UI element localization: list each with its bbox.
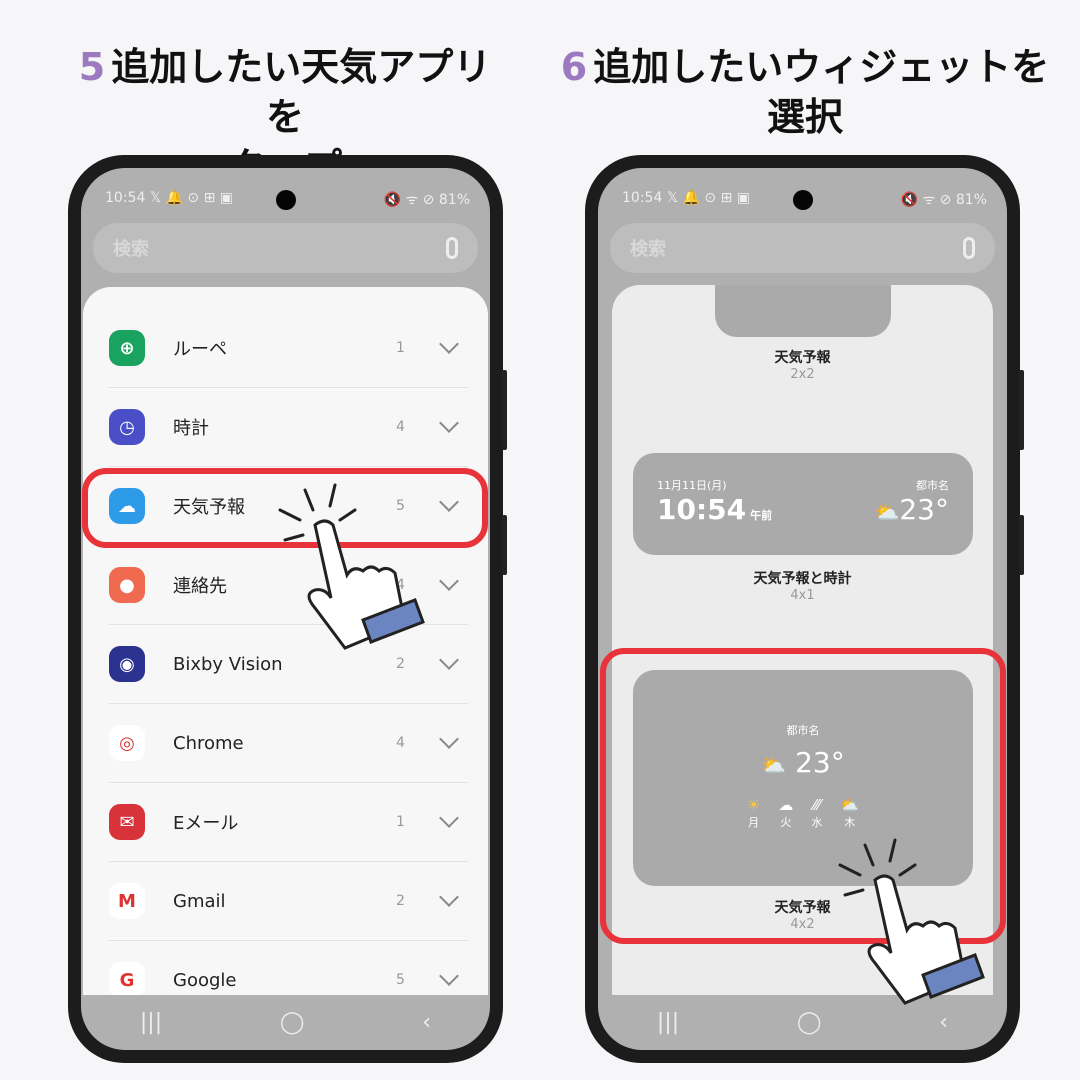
chevron-down-icon[interactable] xyxy=(439,571,459,591)
widget-size: 2x2 xyxy=(790,367,815,382)
chevron-down-icon[interactable] xyxy=(439,650,459,670)
chevron-down-icon[interactable] xyxy=(439,334,459,354)
widget-count: 2 xyxy=(396,893,405,909)
app-label: Eメール xyxy=(173,813,239,834)
mic-icon[interactable] xyxy=(446,237,458,259)
widget-name: 天気予報と時計 xyxy=(753,571,852,587)
chevron-down-icon[interactable] xyxy=(439,966,459,986)
app-label: Google xyxy=(173,969,237,991)
chevron-down-icon[interactable] xyxy=(439,729,459,749)
mic-icon[interactable] xyxy=(963,237,975,259)
search-input[interactable]: 検索 xyxy=(93,223,478,273)
mail-icon: ✉ xyxy=(109,804,145,840)
home-button[interactable]: ◯ xyxy=(797,1010,822,1035)
app-label: Chrome xyxy=(173,732,244,754)
app-label: ルーペ xyxy=(173,339,227,360)
app-row[interactable]: ⊕ ルーペ 1 xyxy=(109,309,468,388)
widget-count: 1 xyxy=(396,814,405,830)
google-icon: G xyxy=(109,962,145,995)
gmail-icon: M xyxy=(109,883,145,919)
camera xyxy=(275,190,296,210)
chrome-icon: ◎ xyxy=(109,725,145,761)
widget-2x2-preview[interactable] xyxy=(715,285,891,337)
widget-time: 10:54 午前 xyxy=(657,493,773,526)
app-row[interactable]: ◷ 時計 4 xyxy=(109,388,468,467)
widget-count: 4 xyxy=(396,735,405,751)
home-button[interactable]: ◯ xyxy=(280,1010,305,1035)
widget-size: 4x1 xyxy=(790,588,815,603)
eye-icon: ◉ xyxy=(109,646,145,682)
app-label: 時計 xyxy=(173,418,209,439)
widget-count: 1 xyxy=(396,340,405,356)
app-row[interactable]: G Google 5 xyxy=(109,941,468,995)
app-row[interactable]: ◎ Chrome 4 xyxy=(109,704,468,783)
step-6-title: 6 追加したいウィジェットを 選択 xyxy=(560,45,1050,139)
widget-date: 11月11日(月) xyxy=(657,479,727,492)
widget-name: 天気予報 xyxy=(774,350,831,366)
widget-4x1-preview[interactable]: 11月11日(月) 10:54 午前 都市名 ⛅23° xyxy=(633,453,973,555)
app-label: Bixby Vision xyxy=(173,653,283,675)
clock-icon: ◷ xyxy=(109,409,145,445)
camera xyxy=(792,190,813,210)
back-button[interactable]: ‹ xyxy=(422,1010,431,1035)
recent-apps-button[interactable]: ||| xyxy=(140,1010,162,1035)
chevron-down-icon[interactable] xyxy=(439,887,459,907)
app-row[interactable]: ✉ Eメール 1 xyxy=(109,783,468,862)
tap-hand-icon xyxy=(838,838,985,1005)
chevron-down-icon[interactable] xyxy=(439,413,459,433)
search-input[interactable]: 検索 xyxy=(610,223,995,273)
app-row[interactable]: M Gmail 2 xyxy=(109,862,468,941)
recent-apps-button[interactable]: ||| xyxy=(657,1010,679,1035)
magnifier-plus-icon: ⊕ xyxy=(109,330,145,366)
widget-temp: ⛅23° xyxy=(874,493,949,526)
widget-count: 2 xyxy=(396,656,405,672)
widget-city: 都市名 xyxy=(916,479,949,492)
back-button[interactable]: ‹ xyxy=(939,1010,948,1035)
nav-bar: ||| ◯ ‹ xyxy=(81,995,490,1050)
cloud-sun-icon: ⛅ xyxy=(874,500,900,524)
chevron-down-icon[interactable] xyxy=(439,808,459,828)
contacts-icon: ● xyxy=(109,567,145,603)
widget-count: 4 xyxy=(396,419,405,435)
tap-hand-icon xyxy=(278,483,425,650)
app-label: Gmail xyxy=(173,890,226,912)
widget-count: 5 xyxy=(396,972,405,988)
